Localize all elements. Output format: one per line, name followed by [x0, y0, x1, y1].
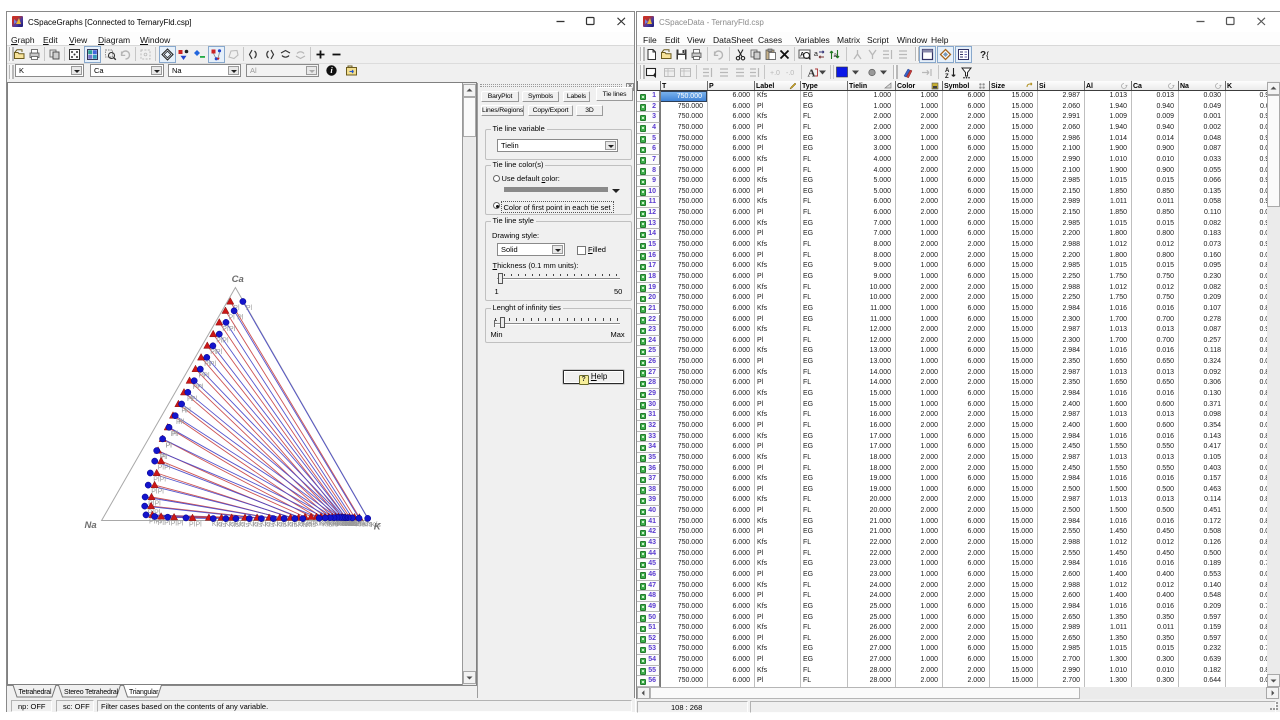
- svg-text:a: a: [814, 51, 818, 58]
- svg-text:Pl: Pl: [166, 442, 173, 449]
- svg-text:Pl: Pl: [155, 501, 162, 508]
- svg-text:Pl: Pl: [158, 520, 165, 527]
- svg-text:Pl: Pl: [222, 338, 229, 345]
- svg-text:Pl: Pl: [164, 465, 171, 472]
- svg-text:Pl: Pl: [189, 521, 196, 528]
- svg-text:Pl: Pl: [191, 396, 198, 403]
- svg-text:Ca: Ca: [232, 274, 244, 285]
- svg-text:Pl: Pl: [246, 305, 253, 312]
- svg-text:-.0: -.0: [786, 70, 794, 77]
- svg-text:Kfs: Kfs: [298, 522, 309, 529]
- svg-text:{: {: [986, 50, 989, 60]
- svg-text:Tetrahedral: Tetrahedral: [19, 689, 52, 696]
- svg-text:Pl: Pl: [197, 384, 204, 391]
- svg-text:Kfs: Kfs: [287, 522, 298, 529]
- svg-text:Pl: Pl: [216, 349, 223, 356]
- svg-text:Pl: Pl: [178, 419, 185, 426]
- svg-text:Kfs: Kfs: [276, 522, 287, 529]
- svg-text:Kfs: Kfs: [264, 522, 275, 529]
- svg-text:A: A: [808, 68, 816, 80]
- svg-text:Triangular: Triangular: [129, 689, 159, 696]
- svg-text:Kfs: Kfs: [252, 522, 263, 529]
- svg-text:Kfs: Kfs: [322, 522, 333, 529]
- svg-text:Pl: Pl: [222, 326, 229, 333]
- svg-text:Pl: Pl: [158, 489, 165, 496]
- svg-text:Pl: Pl: [171, 521, 178, 528]
- svg-text:Pl: Pl: [229, 326, 236, 333]
- svg-text:Pl: Pl: [237, 314, 244, 321]
- svg-text:Z: Z: [945, 74, 949, 79]
- svg-text:Kfs: Kfs: [229, 522, 240, 529]
- svg-text:Pl: Pl: [160, 477, 167, 484]
- svg-text:Stereo Tetrahedral: Stereo Tetrahedral: [64, 689, 119, 696]
- svg-text:Pl: Pl: [177, 521, 184, 528]
- svg-text:K: K: [374, 522, 382, 533]
- svg-text:Pl: Pl: [210, 361, 217, 368]
- svg-text:Kfs: Kfs: [216, 522, 227, 529]
- svg-text:Na: Na: [85, 520, 97, 531]
- svg-text:Pl: Pl: [172, 431, 179, 438]
- svg-text:Pl: Pl: [196, 521, 203, 528]
- svg-text:Kfs: Kfs: [239, 522, 250, 529]
- svg-text:Pl: Pl: [158, 465, 165, 472]
- svg-text:Pl: Pl: [185, 408, 192, 415]
- svg-text:+.0: +.0: [770, 70, 780, 77]
- svg-text:Pl: Pl: [229, 314, 236, 321]
- svg-text:Pl: Pl: [203, 373, 210, 380]
